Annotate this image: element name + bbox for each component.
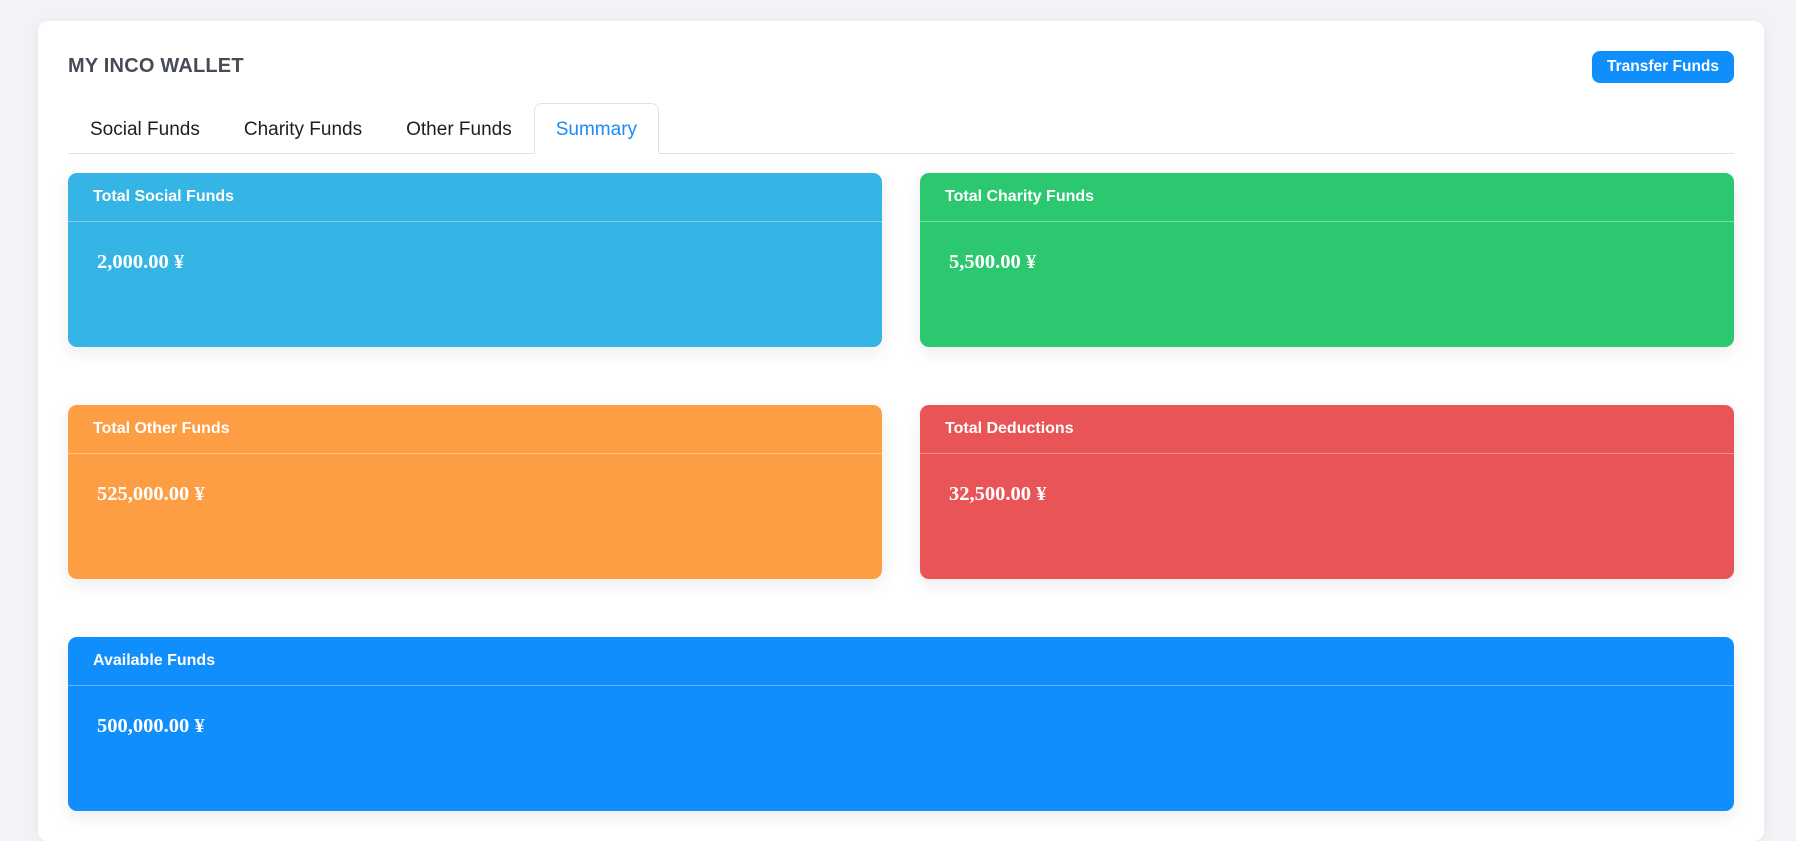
card-amount: 32,500.00 ¥ [949,483,1047,505]
page-title: MY INCO WALLET [68,55,244,77]
card-amount: 5,500.00 ¥ [949,251,1037,273]
tab-other-funds[interactable]: Other Funds [384,103,534,154]
card-title: Total Other Funds [68,405,882,454]
total-charity-funds-card: Total Charity Funds 5,500.00 ¥ [920,173,1734,347]
card-amount: 525,000.00 ¥ [97,483,205,505]
card-title: Total Charity Funds [920,173,1734,222]
card-amount: 2,000.00 ¥ [97,251,185,273]
total-social-funds-card: Total Social Funds 2,000.00 ¥ [68,173,882,347]
card-title: Available Funds [68,637,1734,686]
total-deductions-card: Total Deductions 32,500.00 ¥ [920,405,1734,579]
card-title: Total Social Funds [68,173,882,222]
tab-summary[interactable]: Summary [533,103,660,154]
fund-tabs: Social Funds Charity Funds Other Funds S… [68,103,1734,154]
card-title: Total Deductions [920,405,1734,454]
tab-social-funds[interactable]: Social Funds [68,103,222,154]
available-funds-card: Available Funds 500,000.00 ¥ [68,637,1734,811]
tab-charity-funds[interactable]: Charity Funds [222,103,384,154]
wallet-panel: MY INCO WALLET Transfer Funds Social Fun… [38,21,1764,841]
card-amount: 500,000.00 ¥ [97,715,205,737]
total-other-funds-card: Total Other Funds 525,000.00 ¥ [68,405,882,579]
transfer-funds-button[interactable]: Transfer Funds [1592,51,1734,83]
